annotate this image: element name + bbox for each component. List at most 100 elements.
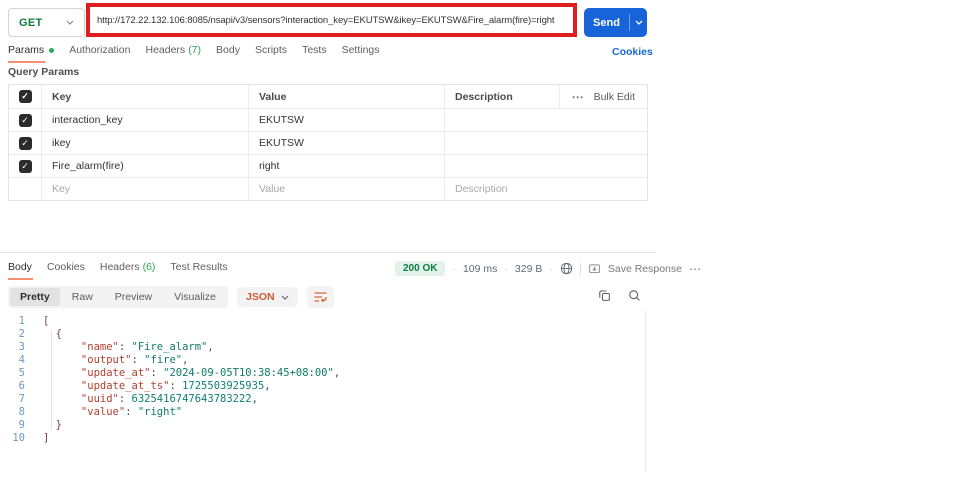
code-line: 4 "output": "fire", [0, 354, 645, 367]
tab-label: Body [8, 261, 32, 273]
headers-count: (7) [188, 44, 201, 56]
save-response-button[interactable]: Save Response [608, 263, 682, 275]
line-number: 10 [0, 432, 34, 445]
response-tab-test-results[interactable]: Test Results [170, 261, 227, 280]
tab-settings[interactable]: Settings [342, 44, 380, 63]
code-text: "uuid": 6325416747643783222, [34, 393, 258, 406]
more-actions-icon[interactable]: ⋯ [689, 262, 702, 276]
code-line: 10] [0, 432, 645, 445]
response-status-bar: 200 OK · 109 ms · 329 B · Save Response … [395, 261, 702, 276]
separator-dot-icon: · [504, 263, 508, 275]
code-line: 5 "update_at": "2024-09-05T10:38:45+08:0… [0, 367, 645, 380]
tab-authorization[interactable]: Authorization [69, 44, 130, 63]
row-checkbox[interactable]: ✓ [19, 160, 32, 173]
response-body-actions [598, 289, 641, 302]
separator-dot-icon: · [549, 263, 553, 275]
checkmark-icon: ✓ [21, 162, 29, 171]
code-indent-guide [51, 330, 52, 430]
vertical-divider [580, 263, 581, 275]
response-tab-body[interactable]: Body [8, 261, 32, 280]
bulk-edit-cluster: ⋯ Bulk Edit [559, 85, 647, 108]
checkmark-icon: ✓ [21, 92, 29, 101]
code-text: "value": "right" [34, 406, 182, 419]
send-button-label: Send [584, 8, 629, 37]
checkmark-icon: ✓ [21, 116, 29, 125]
tab-label: Body [216, 44, 240, 56]
tab-params[interactable]: Params [8, 44, 54, 63]
code-text: } [34, 419, 62, 432]
code-line: 1[ [0, 315, 645, 328]
row-checkbox[interactable]: ✓ [19, 114, 32, 127]
param-key-placeholder[interactable]: Key [52, 183, 70, 195]
code-line: 7 "uuid": 6325416747643783222, [0, 393, 645, 406]
tab-label: Test Results [170, 261, 227, 273]
param-key-cell[interactable]: Fire_alarm(fire) [52, 160, 124, 172]
view-pretty[interactable]: Pretty [10, 288, 60, 306]
more-actions-icon[interactable]: ⋯ [572, 90, 585, 104]
line-number: 2 [0, 328, 34, 341]
wrap-line-icon [313, 291, 328, 303]
format-label: JSON [246, 291, 275, 303]
tab-scripts[interactable]: Scripts [255, 44, 287, 63]
param-value-cell[interactable]: EKUTSW [259, 114, 304, 126]
url-input[interactable] [90, 7, 573, 33]
search-icon[interactable] [628, 289, 641, 302]
tab-label: Cookies [47, 261, 85, 273]
network-globe-icon[interactable] [560, 262, 573, 275]
chevron-down-icon [66, 20, 74, 25]
method-label: GET [19, 17, 43, 29]
param-description-placeholder[interactable]: Description [455, 183, 508, 195]
view-visualize[interactable]: Visualize [164, 288, 226, 306]
response-tab-headers[interactable]: Headers (6) [100, 261, 156, 280]
tab-body[interactable]: Body [216, 44, 240, 63]
response-panel-right-border [645, 311, 646, 472]
headers-count: (6) [143, 261, 156, 273]
code-text: [ [34, 315, 49, 328]
param-key-cell[interactable]: interaction_key [52, 114, 123, 126]
code-line: 2 { [0, 328, 645, 341]
table-row-empty: Key Value Description [9, 177, 647, 200]
code-text: "update_at_ts": 1725503925935, [34, 380, 271, 393]
send-options-caret[interactable] [630, 8, 647, 37]
select-all-checkbox[interactable]: ✓ [19, 90, 32, 103]
view-preview[interactable]: Preview [105, 288, 162, 306]
tab-label: Authorization [69, 44, 130, 56]
save-response-icon [588, 262, 601, 275]
format-select[interactable]: JSON [237, 287, 298, 307]
line-number: 3 [0, 341, 34, 354]
param-value-cell[interactable]: right [259, 160, 279, 172]
tab-label: Params [8, 44, 44, 56]
response-section-divider [0, 252, 656, 253]
column-header-value: Value [259, 91, 286, 103]
method-select[interactable]: GET [8, 8, 85, 37]
param-value-cell[interactable]: EKUTSW [259, 137, 304, 149]
tab-tests[interactable]: Tests [302, 44, 327, 63]
wrap-line-button[interactable] [307, 286, 334, 308]
cookies-link[interactable]: Cookies [612, 46, 653, 58]
send-button[interactable]: Send [584, 8, 647, 37]
line-number: 6 [0, 380, 34, 393]
code-text: "update_at": "2024-09-05T10:38:45+08:00"… [34, 367, 340, 380]
param-value-placeholder[interactable]: Value [259, 183, 285, 195]
response-tabs: Body Cookies Headers (6) Test Results [8, 261, 228, 280]
response-time: 109 ms [463, 263, 497, 275]
code-line: 9 } [0, 419, 645, 432]
view-mode-group: Pretty Raw Preview Visualize [8, 286, 228, 308]
copy-icon[interactable] [598, 289, 611, 302]
request-tabs: Params Authorization Headers (7) Body Sc… [8, 44, 380, 63]
chevron-down-icon [281, 295, 289, 300]
view-raw[interactable]: Raw [62, 288, 103, 306]
active-tab-underline [8, 61, 45, 63]
tab-headers[interactable]: Headers (7) [145, 44, 201, 63]
code-line: 8 "value": "right" [0, 406, 645, 419]
code-line: 6 "update_at_ts": 1725503925935, [0, 380, 645, 393]
table-row: ✓ ikey EKUTSW [9, 131, 647, 154]
response-tab-cookies[interactable]: Cookies [47, 261, 85, 280]
table-header-row: ✓ Key Value Description ⋯ Bulk Edit [9, 85, 647, 108]
row-checkbox[interactable]: ✓ [19, 137, 32, 150]
line-number: 5 [0, 367, 34, 380]
param-key-cell[interactable]: ikey [52, 137, 71, 149]
bulk-edit-button[interactable]: Bulk Edit [594, 91, 635, 103]
separator-dot-icon: · [452, 263, 456, 275]
line-number: 8 [0, 406, 34, 419]
